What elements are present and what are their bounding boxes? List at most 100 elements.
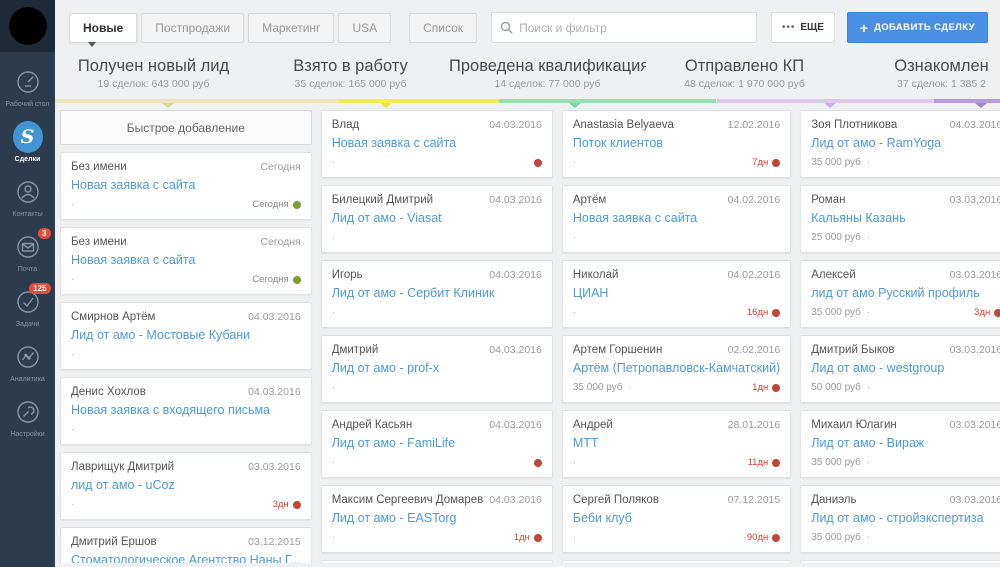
deal-card[interactable]: Зоя Плотникова 04.03.2016 Лид от амо - Ram… (800, 110, 1000, 178)
plus-icon: + (859, 19, 869, 36)
deal-title-link[interactable]: Стоматологическое Агентство Наны Г... (71, 553, 301, 563)
deal-title-link[interactable]: Новая заявка с сайта (71, 178, 301, 192)
tab-novye[interactable]: Новые (69, 12, 138, 47)
deal-title-link[interactable]: Лид от амо - Viasat (332, 211, 542, 225)
quick-action-dash[interactable]: · (573, 232, 576, 243)
column-title: Получен новый лид (77, 57, 230, 75)
deal-card[interactable]: Алексей 03.03.2016 лид от амо Русский проф… (800, 260, 1000, 328)
deal-date: 03.03.2016 (949, 344, 1000, 356)
deal-title-link[interactable]: Новая заявка с входящего письма (71, 403, 301, 417)
overdue-days: 11дн (747, 457, 769, 468)
deal-title-link[interactable]: Артём (Петропавловск-Камчатский) (573, 361, 780, 375)
deal-title-link[interactable]: Лид от амо - Вираж (811, 436, 1000, 450)
deal-title-link[interactable]: ЦИАН (573, 286, 780, 300)
app-logo[interactable] (0, 0, 55, 52)
column-header: Отправлено КП 48 сделок: 1 970 000 руб (646, 55, 843, 99)
deal-card[interactable]: Роман 03.03.2016 Кальяны Казань 25 000 руб · (800, 185, 1000, 253)
sidebar-item-dashboard[interactable]: Рабочий стол (0, 60, 55, 115)
deal-title-link[interactable]: Новая заявка с сайта (71, 253, 301, 267)
deal-card[interactable]: Дмитрий Быков 03.03.2016 Лид от амо - west… (800, 335, 1000, 403)
overdue-days: 16дн (746, 307, 769, 318)
deal-card[interactable]: Данил Фролов04.03.2016Лид от амо - ООО С… (320, 560, 553, 563)
quick-action-dash[interactable]: · (332, 532, 335, 543)
deal-card[interactable]: Даниэль 03.03.2016 Лид от амо - стройэкспе… (800, 485, 1000, 553)
deal-title-link[interactable]: лид от амо Русский профиль (811, 286, 1000, 300)
sidebar-item-settings[interactable]: Настройки (0, 390, 55, 445)
tab-list-view[interactable]: Список (409, 12, 478, 43)
quick-action-dash[interactable]: · (71, 199, 74, 210)
quick-action-dash[interactable]: · (332, 382, 335, 393)
sidebar-item-analytics[interactable]: Аналитика (0, 335, 55, 390)
deal-title-link[interactable]: Беби клуб (573, 511, 780, 525)
deal-card[interactable]: Игорь 04.03.2016 Лид от амо - Сербит Клини… (320, 260, 553, 328)
deal-card[interactable]: Дмитрий 04.03.2016 Лид от амо - prof-x · (320, 335, 553, 403)
deal-card[interactable]: Без имени Сегодня Новая заявка с сайта · Сег… (60, 227, 312, 295)
sidebar-item-tasks[interactable]: 125 Задачи (0, 280, 55, 335)
more-button[interactable]: ••• ЕЩЕ (770, 12, 835, 43)
deal-title-link[interactable]: Лид от амо - westgroup (811, 361, 1000, 375)
add-deal-button[interactable]: + ДОБАВИТЬ СДЕЛКУ (846, 12, 988, 43)
sidebar-item-mail[interactable]: 3 Почта (0, 225, 55, 280)
tab-postprodazhi[interactable]: Постпродажи (141, 12, 245, 43)
deals-icon: S (12, 121, 43, 153)
quick-action-dash[interactable]: · (332, 232, 335, 243)
deal-card[interactable]: Денис Хохлов 04.03.2016 Новая заявка с вхо… (60, 377, 312, 445)
deal-card[interactable]: Сергей Поляков 07.12.2015 Беби клуб · 90дн (561, 485, 792, 553)
deal-card[interactable]: Максим Сергеевич Домарев 04.03.2016 Лид от… (320, 485, 553, 553)
search-input[interactable] (519, 20, 748, 35)
deal-title-link[interactable]: Лид от амо - Мостовые Кубани (71, 328, 301, 342)
quick-action-dash[interactable]: · (629, 382, 632, 393)
deal-title-link[interactable]: Поток клиентов (573, 136, 780, 150)
deal-card[interactable]: Андрей Касьян 04.03.2016 Лид от амо - Fami… (320, 410, 553, 478)
deal-contact-name: Роман (811, 194, 846, 206)
deal-title-link[interactable]: Лид от амо - RamYoga (811, 136, 1000, 150)
quick-action-dash[interactable]: · (332, 457, 335, 468)
quick-action-dash[interactable]: · (332, 157, 335, 168)
deal-title-link[interactable]: Лид от амо - Сербит Клиник (332, 286, 542, 300)
tab-marketing[interactable]: Маркетинг (248, 12, 335, 43)
quick-action-dash[interactable]: · (867, 232, 870, 243)
deal-card[interactable]: Лаврищук Дмитрий 03.03.2016 лид от амо - u… (60, 452, 312, 520)
deal-card[interactable]: Смирнов Артём 04.03.2016 Лид от амо - Мост… (60, 302, 312, 370)
deal-title-link[interactable]: Новая заявка с сайта (332, 136, 542, 150)
deal-card[interactable]: Артём 04.02.2016 Новая заявка с сайта · (561, 185, 792, 253)
deal-card[interactable]: Влад 04.03.2016 Новая заявка с сайта · (320, 110, 553, 178)
sidebar-item-deals[interactable]: S Сделки (0, 115, 55, 170)
quick-action-dash[interactable]: · (573, 532, 576, 543)
deal-card[interactable]: Артем Горшенин 02.02.2016 Артём (Петропавл… (561, 335, 792, 403)
quick-add-button[interactable]: Быстрое добавление (60, 110, 312, 145)
deal-title-link[interactable]: Новая заявка с сайта (573, 211, 780, 225)
quick-action-dash[interactable]: · (867, 382, 870, 393)
quick-action-dash[interactable]: · (867, 157, 870, 168)
deal-card[interactable]: Билецкий Дмитрий 04.03.2016 Лид от амо - V… (320, 185, 553, 253)
quick-action-dash[interactable]: · (573, 157, 576, 168)
deal-card[interactable]: Михаил Юлагин 03.03.2016 Лид от амо - Вира… (800, 410, 1000, 478)
quick-action-dash[interactable]: · (867, 532, 870, 543)
deal-card[interactable]: Николай 04.02.2016 ЦИАН · 16дн (561, 260, 792, 328)
deal-card[interactable]: Дмитрий Ершов 03.12.2015 Стоматологическое… (60, 527, 312, 563)
deal-card[interactable]: Anastasia Belyaeva 12.02.2016 Поток клиент… (561, 110, 792, 178)
contacts-icon (13, 177, 43, 207)
deal-title-link[interactable]: МТТ (573, 436, 780, 450)
quick-action-dash[interactable]: · (867, 307, 870, 318)
quick-action-dash[interactable]: · (867, 457, 870, 468)
deal-title-link[interactable]: Лид от амо - prof-x (332, 361, 542, 375)
quick-action-dash[interactable]: · (573, 307, 576, 318)
deal-title-link[interactable]: Кальяны Казань (811, 211, 1000, 225)
deal-card[interactable]: Без имени Сегодня Новая заявка с сайта · Сег… (60, 152, 312, 220)
quick-action-dash[interactable]: · (332, 307, 335, 318)
deal-card[interactable]: Андрей 28.01.2016 МТТ · 11дн (561, 410, 792, 478)
quick-action-dash[interactable]: · (71, 274, 74, 285)
quick-action-dash[interactable]: · (71, 349, 74, 360)
deal-title-link[interactable]: Лид от амо - стройэкспертиза (811, 511, 1000, 525)
quick-action-dash[interactable]: · (71, 499, 74, 510)
deal-card[interactable]: Александр03.03.2016Новый лид от амо - Па… (800, 560, 1000, 563)
deal-title-link[interactable]: Лид от амо - EASTorg (332, 511, 542, 525)
sidebar-item-contacts[interactable]: Контакты (0, 170, 55, 225)
tab-usa[interactable]: USA (338, 12, 392, 43)
quick-action-dash[interactable]: · (573, 457, 576, 468)
deal-card[interactable]: Глеб30.11.2015ГК «АЛОР»· (561, 560, 792, 563)
deal-title-link[interactable]: Лид от амо - FamiLife (332, 436, 542, 450)
deal-title-link[interactable]: лид от амо - uCoz (71, 478, 301, 492)
quick-action-dash[interactable]: · (71, 424, 74, 435)
